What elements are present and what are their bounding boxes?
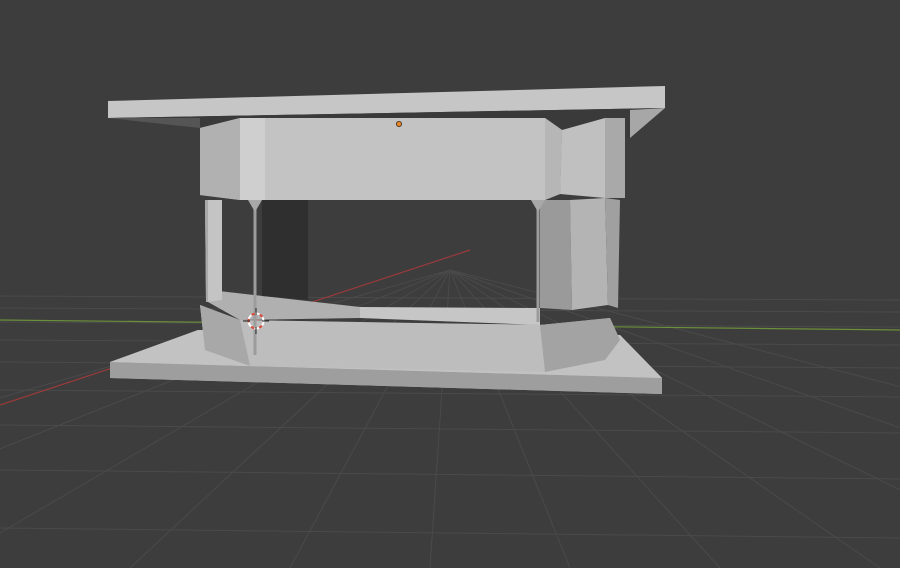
viewport-scene[interactable] bbox=[0, 0, 900, 568]
viewport-background bbox=[0, 0, 900, 568]
left-pillar[interactable] bbox=[205, 200, 222, 302]
object-origin-icon[interactable] bbox=[395, 121, 402, 128]
canopy-fascia[interactable] bbox=[200, 118, 625, 200]
3d-viewport[interactable] bbox=[0, 0, 900, 568]
